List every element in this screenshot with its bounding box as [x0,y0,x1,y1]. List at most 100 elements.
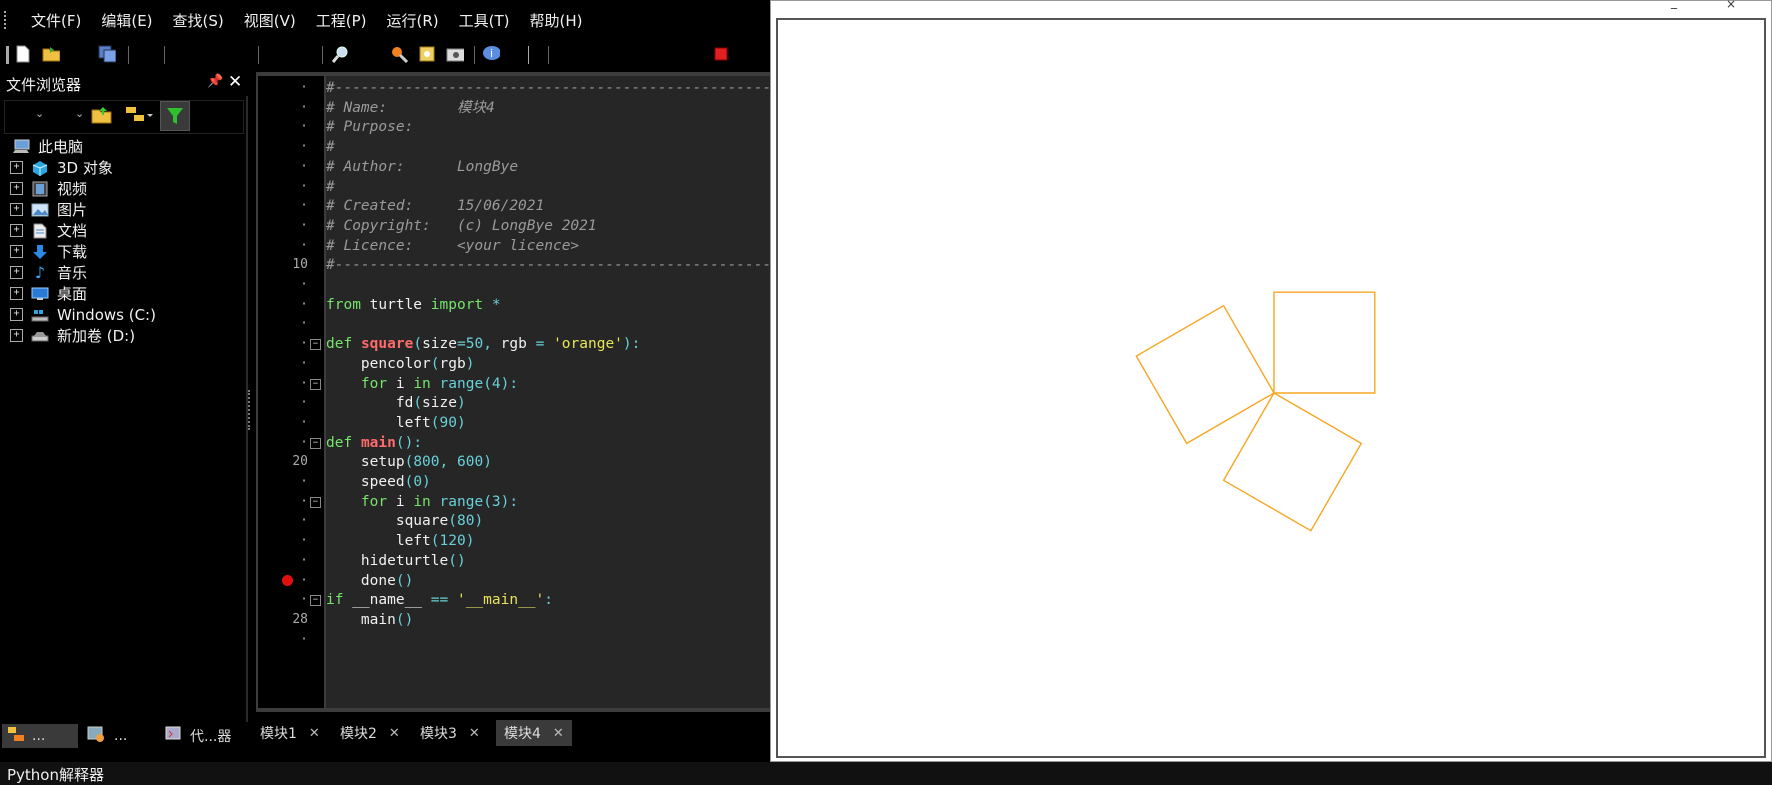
menu-tools[interactable]: 工具(T) [449,10,520,31]
code-line[interactable]: fd(size) [326,393,466,413]
code-line[interactable]: for i in range(4): [326,374,518,394]
tab-label: 模块1 [260,726,297,742]
toolbar-grip[interactable] [6,46,9,64]
menu-run[interactable]: 运行(R) [376,10,448,31]
code-line[interactable]: pencolor(rgb) [326,354,475,374]
code-line[interactable]: def main(): [326,433,422,453]
info-icon[interactable]: i [482,45,500,63]
code-line[interactable]: # Purpose: [326,117,413,137]
line-number: · [300,99,308,115]
code-line[interactable]: setup(800, 600) [326,452,492,472]
code-line[interactable]: # Licence: <your licence> [326,236,579,256]
tree-item-this-pc[interactable]: 此电脑 [10,136,156,157]
menu-project[interactable]: 工程(P) [306,10,377,31]
fold-toggle-icon[interactable]: − [310,378,321,390]
close-icon[interactable]: × [1726,0,1736,11]
open-folder-icon[interactable] [42,45,60,63]
close-tab-icon[interactable]: ✕ [309,726,320,741]
tree-item-pictures[interactable]: + 图片 [10,199,156,220]
find-icon[interactable] [332,45,350,63]
code-line[interactable]: left(120) [326,531,475,551]
tab-project[interactable]: ... [84,724,158,748]
fold-toggle-icon[interactable]: − [310,437,321,449]
expand-icon[interactable]: + [10,308,23,321]
tab-code-browser[interactable]: 代...器 [162,724,244,748]
expand-icon[interactable]: + [10,287,23,300]
code-line[interactable]: square(80) [326,511,483,531]
expand-icon[interactable]: + [10,161,23,174]
close-icon[interactable]: ✕ [228,72,242,92]
toolbar-grip[interactable] [4,11,9,29]
breakpoint-icon[interactable] [282,574,293,586]
filter-icon[interactable] [160,101,190,131]
code-line[interactable]: # [326,137,335,157]
code-line[interactable]: from turtle import * [326,295,501,315]
expand-icon[interactable]: + [10,245,23,258]
close-tab-icon[interactable]: ✕ [553,726,564,741]
menu-edit[interactable]: 编辑(E) [91,10,162,31]
tree-view-icon[interactable] [125,105,153,129]
expand-icon[interactable]: + [10,266,23,279]
line-number: · [300,158,308,174]
expand-icon[interactable]: + [10,224,23,237]
tree-item-documents[interactable]: + 文档 [10,220,156,241]
expand-icon[interactable]: + [10,182,23,195]
turtle-square [1135,304,1275,445]
expand-icon[interactable]: + [10,329,23,342]
code-line[interactable]: # Copyright: (c) LongBye 2021 [326,216,597,236]
code-line[interactable]: # Author: LongBye [326,157,518,177]
computer-icon [12,139,30,155]
tree-item-3d-objects[interactable]: + 3D 对象 [10,157,156,178]
minimize-icon[interactable]: _ [1671,0,1677,9]
tab-module1[interactable]: 模块1 ✕ [260,720,320,746]
new-file-icon[interactable] [14,45,32,63]
tab-file-browser[interactable]: ... [2,724,78,748]
tree-item-downloads[interactable]: + 下载 [10,241,156,262]
menu-file[interactable]: 文件(F) [21,10,91,31]
close-tab-icon[interactable]: ✕ [469,726,480,741]
tree-item-drive-c[interactable]: + Windows (C:) [10,304,156,325]
tab-label: 模块3 [420,726,457,742]
pin-icon[interactable]: 📌 [207,74,223,89]
close-tab-icon[interactable]: ✕ [389,726,400,741]
fold-toggle-icon[interactable]: − [310,496,321,508]
code-line[interactable]: main() [326,610,413,630]
tree-item-music[interactable]: + ♪ 音乐 [10,262,156,283]
code-line[interactable]: def square(size=50, rgb = 'orange'): [326,334,640,354]
save-all-icon[interactable] [98,45,116,63]
chevron-down-icon[interactable]: ⌄ [75,107,84,120]
code-line[interactable]: speed(0) [326,472,431,492]
menu-help[interactable]: 帮助(H) [520,10,593,31]
code-line[interactable]: # Name: 模块4 [326,98,495,118]
code-line[interactable]: for i in range(3): [326,492,518,512]
debug-icon[interactable] [390,45,408,63]
tab-module2[interactable]: 模块2 ✕ [340,720,400,746]
tree-item-desktop[interactable]: + 桌面 [10,283,156,304]
code-line[interactable]: # Created: 15/06/2021 [326,196,544,216]
code-editor[interactable]: #---------------------------------------… [326,76,893,708]
panel-splitter[interactable] [248,390,254,430]
screenshot-icon[interactable] [446,45,464,63]
code-line[interactable]: hideturtle() [326,551,466,571]
code-line[interactable]: # [326,177,335,197]
locate-icon[interactable] [418,45,436,63]
tab-module3[interactable]: 模块3 ✕ [420,720,480,746]
fold-toggle-icon[interactable]: − [310,595,321,607]
tree-item-label: 新加卷 (D:) [57,327,136,345]
code-line[interactable]: left(90) [326,413,466,433]
folder-up-icon[interactable] [91,105,113,129]
code-line[interactable]: done() [326,571,413,591]
tree-item-videos[interactable]: + 视频 [10,178,156,199]
code-line[interactable]: if __name__ == '__main__': [326,590,553,610]
menu-search[interactable]: 查找(S) [163,10,234,31]
line-number: · [300,80,308,95]
fold-toggle-icon[interactable]: − [310,339,321,351]
expand-icon[interactable]: + [10,203,23,216]
status-bar: Python解释器 [0,762,1772,785]
drive-icon [31,328,49,344]
menu-view[interactable]: 视图(V) [234,10,306,31]
tab-module4[interactable]: 模块4 ✕ [496,720,572,746]
tree-item-drive-d[interactable]: + 新加卷 (D:) [10,325,156,346]
chevron-down-icon[interactable]: ⌄ [35,107,44,120]
stop-icon[interactable] [712,45,730,63]
